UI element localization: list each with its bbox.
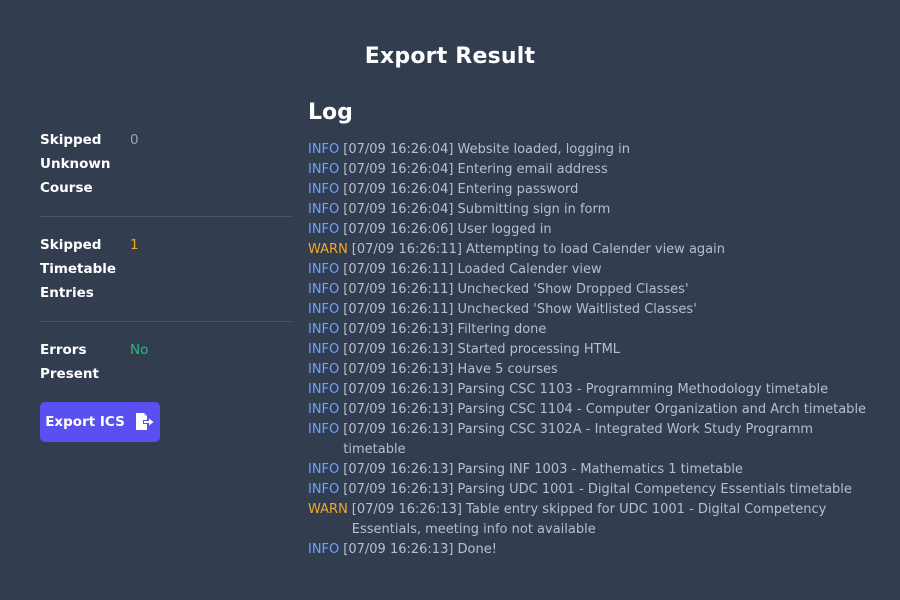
stat-value: 0 bbox=[130, 132, 139, 148]
stats-panel: Skipped Unknown Course 0 Skipped Timetab… bbox=[40, 128, 292, 386]
log-message: [07/09 16:26:13] Started processing HTML bbox=[343, 342, 621, 357]
log-message: [07/09 16:26:13] Table entry skipped for… bbox=[351, 502, 827, 537]
log-entry: INFO [07/09 16:26:06] User logged in bbox=[308, 220, 878, 240]
stat-skipped-timetable-entries: Skipped Timetable Entries 1 bbox=[40, 233, 292, 322]
log-level: INFO bbox=[308, 542, 340, 557]
log-level: WARN bbox=[308, 502, 348, 517]
log-entry: WARN [07/09 16:26:11] Attempting to load … bbox=[308, 240, 878, 260]
log-level: INFO bbox=[308, 142, 340, 157]
stat-label: Skipped Timetable Entries bbox=[40, 237, 117, 301]
export-ics-button[interactable]: Export ICS bbox=[40, 402, 160, 442]
export-result-dialog: Export Result Skipped Unknown Course 0 S… bbox=[0, 0, 900, 600]
stat-skipped-unknown-course: Skipped Unknown Course 0 bbox=[40, 128, 292, 217]
log-message: [07/09 16:26:11] Loaded Calender view bbox=[343, 262, 602, 277]
log-entry: INFO [07/09 16:26:13] Done! bbox=[308, 540, 878, 560]
log-level: INFO bbox=[308, 382, 340, 397]
log-message: [07/09 16:26:13] Filtering done bbox=[343, 322, 547, 337]
log-level: INFO bbox=[308, 402, 340, 417]
log-entry: INFO [07/09 16:26:11] Unchecked 'Show Wai… bbox=[308, 300, 878, 320]
log-entry: INFO [07/09 16:26:13] Parsing INF 1003 - … bbox=[308, 460, 878, 480]
log-level: INFO bbox=[308, 282, 340, 297]
stat-label: Skipped Unknown Course bbox=[40, 132, 111, 196]
export-ics-label: Export ICS bbox=[45, 414, 125, 430]
log-message: [07/09 16:26:06] User logged in bbox=[343, 222, 552, 237]
log-entry: INFO [07/09 16:26:13] Parsing UDC 1001 - … bbox=[308, 480, 878, 500]
log-message: [07/09 16:26:04] Entering password bbox=[343, 182, 579, 197]
log-message: [07/09 16:26:11] Attempting to load Cale… bbox=[351, 242, 725, 257]
log-entry: INFO [07/09 16:26:13] Have 5 courses bbox=[308, 360, 878, 380]
log-level: INFO bbox=[308, 222, 340, 237]
log-level: INFO bbox=[308, 302, 340, 317]
log-entry: INFO [07/09 16:26:04] Entering email addr… bbox=[308, 160, 878, 180]
log-entry: WARN [07/09 16:26:13] Table entry skipped… bbox=[308, 500, 878, 540]
log-level: INFO bbox=[308, 262, 340, 277]
file-export-icon bbox=[133, 411, 155, 433]
log-entry: INFO [07/09 16:26:13] Parsing CSC 1104 - … bbox=[308, 400, 878, 420]
log-message: [07/09 16:26:13] Parsing INF 1003 - Math… bbox=[343, 462, 743, 477]
stat-value: 1 bbox=[130, 237, 139, 253]
log-message: [07/09 16:26:13] Done! bbox=[343, 542, 497, 557]
log-level: INFO bbox=[308, 182, 340, 197]
log-message: [07/09 16:26:11] Unchecked 'Show Waitlis… bbox=[343, 302, 697, 317]
log-message: [07/09 16:26:04] Submitting sign in form bbox=[343, 202, 611, 217]
log-message: [07/09 16:26:13] Parsing CSC 1104 - Comp… bbox=[343, 402, 867, 417]
stat-value: No bbox=[130, 342, 149, 358]
log-message: [07/09 16:26:11] Unchecked 'Show Dropped… bbox=[343, 282, 689, 297]
log-list: INFO [07/09 16:26:04] Website loaded, log… bbox=[308, 140, 878, 560]
log-level: INFO bbox=[308, 162, 340, 177]
log-level: INFO bbox=[308, 462, 340, 477]
page-title: Export Result bbox=[364, 44, 536, 69]
log-level: INFO bbox=[308, 342, 340, 357]
log-level: INFO bbox=[308, 322, 340, 337]
log-level: INFO bbox=[308, 482, 340, 497]
log-entry: INFO [07/09 16:26:13] Parsing CSC 3102A -… bbox=[308, 420, 878, 460]
log-level: INFO bbox=[308, 362, 340, 377]
log-entry: INFO [07/09 16:26:13] Filtering done bbox=[308, 320, 878, 340]
log-entry: INFO [07/09 16:26:04] Submitting sign in … bbox=[308, 200, 878, 220]
log-message: [07/09 16:26:04] Entering email address bbox=[343, 162, 608, 177]
log-message: [07/09 16:26:13] Parsing CSC 3102A - Int… bbox=[343, 422, 814, 457]
log-message: [07/09 16:26:13] Parsing CSC 1103 - Prog… bbox=[343, 382, 829, 397]
log-entry: INFO [07/09 16:26:04] Entering password bbox=[308, 180, 878, 200]
log-entry: INFO [07/09 16:26:13] Started processing … bbox=[308, 340, 878, 360]
stat-label: Errors Present bbox=[40, 342, 99, 382]
log-message: [07/09 16:26:13] Have 5 courses bbox=[343, 362, 558, 377]
stat-errors-present: Errors Present No bbox=[40, 338, 292, 386]
log-entry: INFO [07/09 16:26:13] Parsing CSC 1103 - … bbox=[308, 380, 878, 400]
log-entry: INFO [07/09 16:26:11] Loaded Calender vie… bbox=[308, 260, 878, 280]
log-level: INFO bbox=[308, 202, 340, 217]
log-level: INFO bbox=[308, 422, 340, 437]
log-message: [07/09 16:26:13] Parsing UDC 1001 - Digi… bbox=[343, 482, 852, 497]
log-title: Log bbox=[308, 100, 353, 125]
log-level: WARN bbox=[308, 242, 348, 257]
log-entry: INFO [07/09 16:26:04] Website loaded, log… bbox=[308, 140, 878, 160]
log-entry: INFO [07/09 16:26:11] Unchecked 'Show Dro… bbox=[308, 280, 878, 300]
log-message: [07/09 16:26:04] Website loaded, logging… bbox=[343, 142, 630, 157]
